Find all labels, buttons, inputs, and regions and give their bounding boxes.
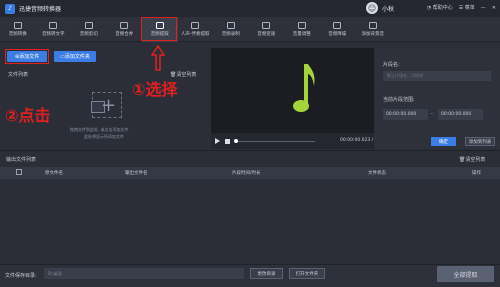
annotation-select-label: ①选择 [132, 80, 178, 99]
drop-hint-secondary: 此处将显示所添加文件 [84, 134, 124, 139]
bgm-icon [368, 22, 377, 29]
close-icon[interactable]: ✕ [492, 5, 496, 11]
range-separator: - [431, 111, 433, 117]
titlebar-actions: ◔ 帮助中心 ☰ 菜单 — ✕ [427, 4, 496, 12]
convert-icon [13, 22, 22, 29]
text-icon [49, 22, 58, 29]
seek-slider[interactable] [234, 138, 315, 143]
tool-audio-speed[interactable]: 音频变速 [249, 17, 285, 42]
file-list-label: 文件列表 [8, 72, 29, 78]
tool-voice-accompaniment[interactable]: 人声-伴奏提取 [178, 17, 214, 42]
seek-handle[interactable] [234, 138, 238, 143]
menu-button[interactable]: ☰ 菜单 [459, 4, 475, 11]
output-list-title: 输出文件列表 [6, 157, 37, 163]
tool-audio-to-text[interactable]: 音频转文字 [36, 17, 72, 42]
drop-hint: 拖拽文件到此处, 或点击添加文件 [70, 127, 129, 132]
title-bar: ♪ 迅捷音频转换器 [0, 0, 500, 17]
plus-icon: + [101, 95, 117, 116]
help-center-link[interactable]: ◔ 帮助中心 [427, 4, 453, 11]
tool-audio-cut[interactable]: 音频剪切 [71, 17, 107, 42]
user-profile[interactable]: ☺ 小秋 [366, 2, 394, 14]
minimize-icon[interactable]: — [481, 5, 486, 11]
end-time-field[interactable]: 00:00:00.000 [438, 109, 483, 120]
change-dir-button[interactable]: 更改目录 [250, 268, 283, 279]
merge-icon [120, 22, 129, 29]
output-table-body [0, 179, 500, 264]
denoise-icon [333, 22, 342, 29]
segment-name-input[interactable] [383, 71, 491, 81]
add-folder-button[interactable]: ▭ 添加文件夹 [54, 51, 96, 62]
column-file-status: 文件状态 [368, 171, 386, 176]
add-file-button[interactable]: ⊕ 添加文件 [7, 51, 47, 62]
tool-audio-record[interactable]: 音频录制 [213, 17, 249, 42]
tool-volume-adjust[interactable]: 音量调整 [284, 17, 320, 42]
select-all-checkbox[interactable] [16, 169, 22, 175]
output-clear-button[interactable]: 🗑清空列表 [459, 156, 485, 163]
start-time-field[interactable]: 00:00:00.000 [383, 109, 428, 120]
tool-add-bgm[interactable]: 添加背景音 [355, 17, 391, 42]
play-icon[interactable] [215, 138, 220, 144]
column-actions: 操作 [472, 171, 481, 176]
save-path-field[interactable]: D:\桌面 [44, 268, 244, 279]
open-folder-button[interactable]: 打开文件夹 [289, 268, 325, 279]
tool-audio-denoise[interactable]: 音频降噪 [320, 17, 356, 42]
stop-icon[interactable] [225, 138, 230, 144]
arrow-up-icon [151, 45, 165, 71]
music-logo-icon: ♪ [5, 3, 15, 14]
tool-audio-convert[interactable]: 音频转换 [0, 17, 36, 42]
segment-range-label: 当前片段范围: [383, 97, 415, 103]
segment-name-label: 片段名: [383, 62, 400, 68]
add-to-list-button[interactable]: 添加到列表 [465, 137, 495, 146]
column-segment-time: 片段时间/时长 [232, 171, 261, 176]
voice-icon [191, 22, 200, 29]
save-dir-label: 文件保存目录: [5, 273, 37, 279]
music-note-icon [293, 64, 315, 112]
app-title: 迅捷音频转换器 [19, 6, 62, 13]
speed-icon [262, 22, 271, 29]
drop-zone-icon[interactable]: + [91, 92, 122, 118]
tool-audio-merge[interactable]: 音频合并 [107, 17, 143, 42]
column-original-name: 原文件名 [45, 171, 63, 176]
confirm-button[interactable]: 确定 [431, 137, 456, 146]
feature-toolbar: 音频转换 音频转文字 音频剪切 音频合并 音频提取 人声-伴奏提取 音频录制 音… [0, 17, 500, 42]
annotation-select-box [141, 17, 177, 41]
user-name[interactable]: 小秋 [382, 4, 394, 13]
annotation-click-label: ②点击 [5, 106, 51, 125]
column-output-name: 输出文件名 [125, 171, 148, 176]
divider [0, 150, 500, 151]
extract-all-button[interactable]: 全部提取 [437, 266, 494, 282]
mic-icon [226, 22, 235, 29]
volume-icon [297, 22, 306, 29]
avatar[interactable]: ☺ [366, 2, 378, 14]
scissors-icon [84, 22, 93, 29]
